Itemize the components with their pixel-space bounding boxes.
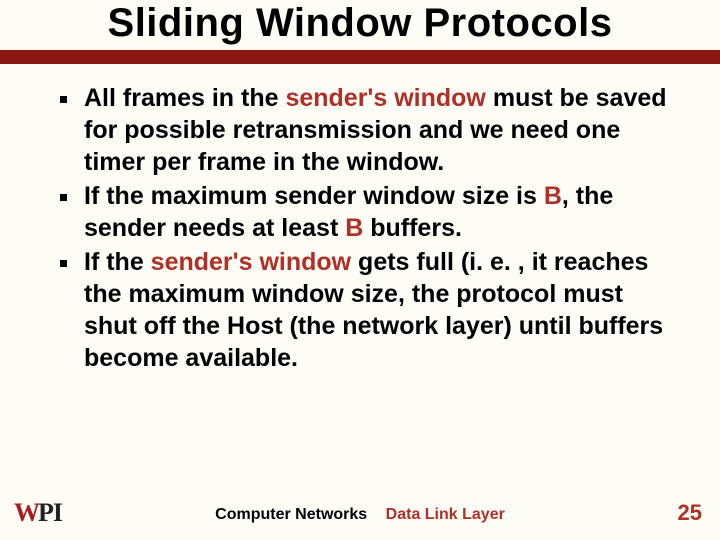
footer-center: Computer Networks Data Link Layer [0, 506, 720, 524]
bullet-item: If the sender's window gets full (i. e. … [56, 246, 676, 374]
footer-topic: Data Link Layer [386, 506, 505, 523]
page-number: 25 [678, 500, 702, 526]
highlight-text: B [544, 182, 562, 210]
slide-body: All frames in the sender's window must b… [0, 64, 720, 374]
highlight-text: sender's window [151, 248, 351, 276]
title-bar: Sliding Window Protocols [0, 0, 720, 50]
body-text: If the [84, 248, 151, 276]
footer-course: Computer Networks [215, 506, 367, 523]
body-text: buffers. [363, 214, 462, 242]
highlight-text: sender's window [285, 84, 485, 112]
divider-bar [0, 50, 720, 64]
slide-title: Sliding Window Protocols [0, 1, 720, 46]
bullet-item: All frames in the sender's window must b… [56, 82, 676, 178]
body-text: If the maximum sender window size is [84, 182, 544, 210]
bullet-list: All frames in the sender's window must b… [56, 82, 676, 374]
footer: WPI Computer Networks Data Link Layer 25 [0, 490, 720, 530]
highlight-text: B [345, 214, 363, 242]
bullet-item: If the maximum sender window size is B, … [56, 180, 676, 244]
body-text: All frames in the [84, 84, 285, 112]
